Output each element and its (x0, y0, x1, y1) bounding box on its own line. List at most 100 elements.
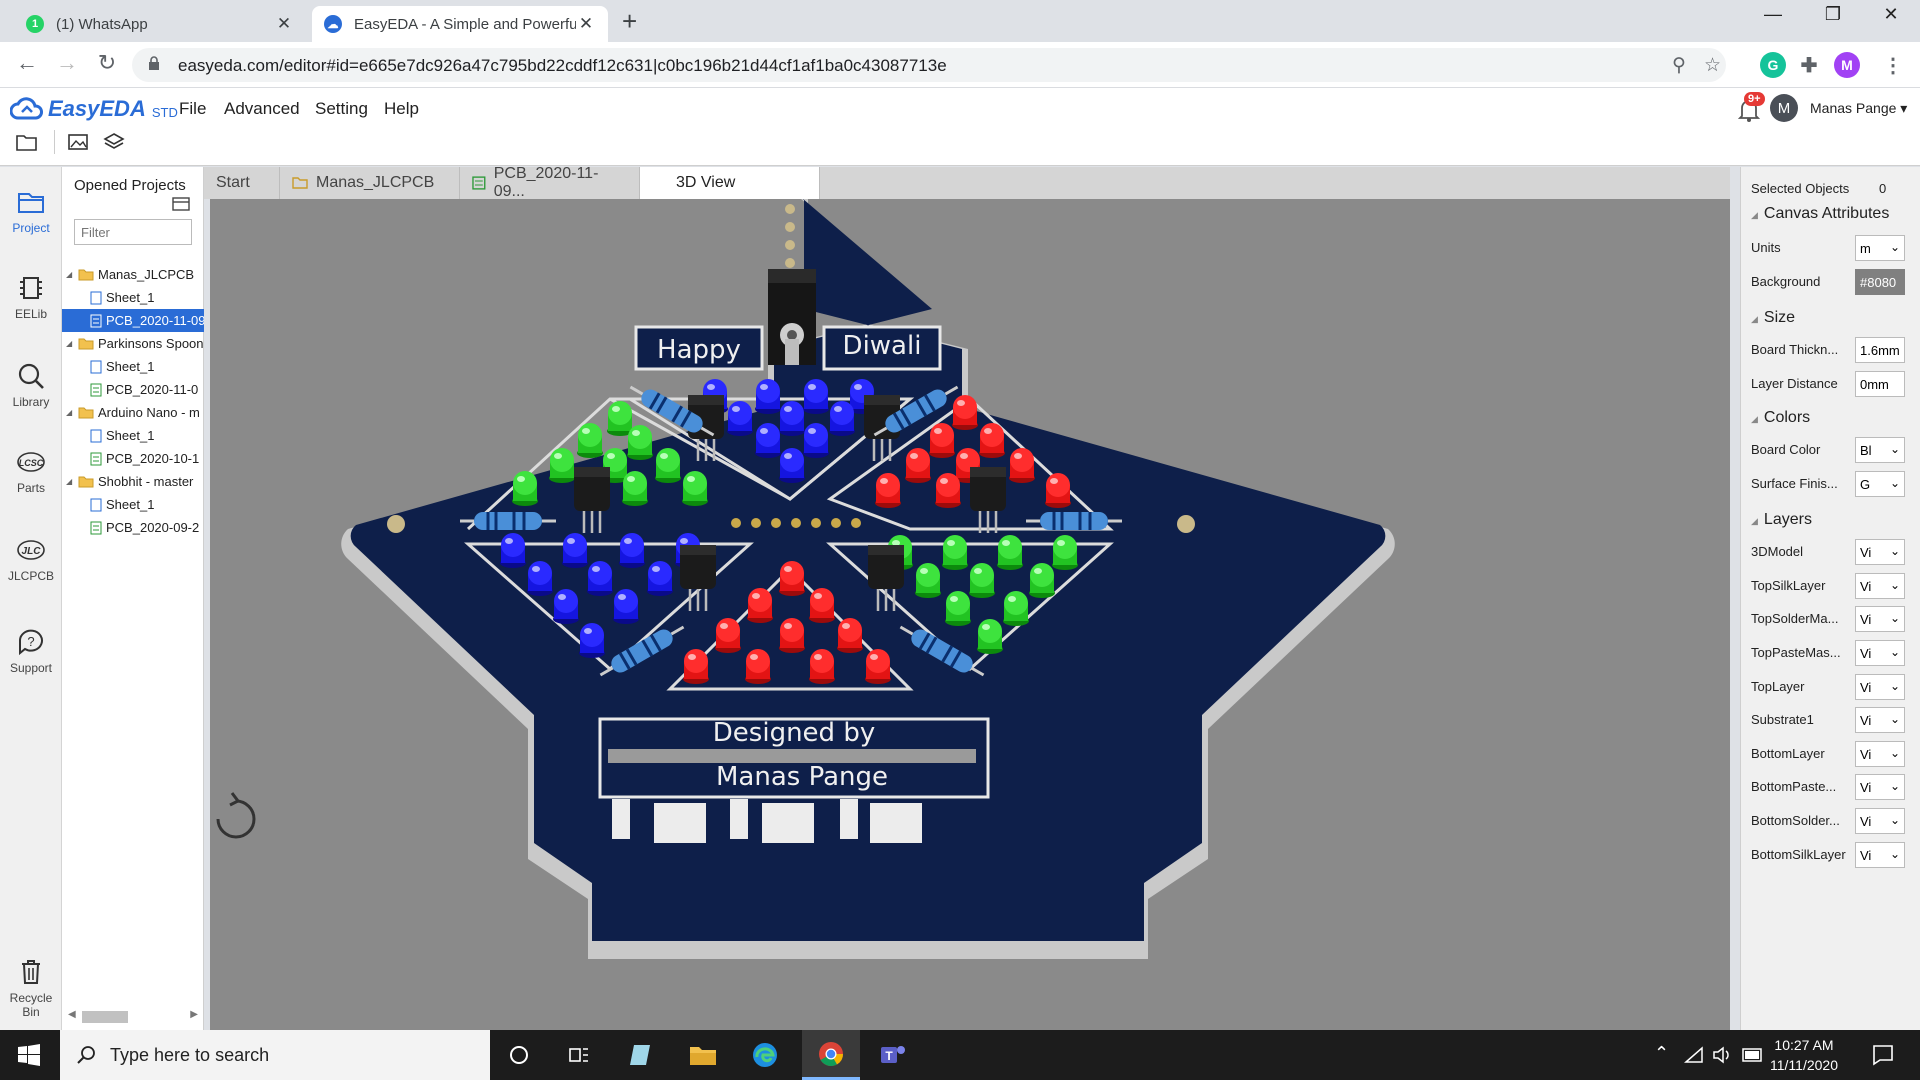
chevron-down-icon: ⌄ (1889, 611, 1900, 625)
tab-3d-view[interactable]: 3D View (640, 167, 820, 199)
minimize-icon[interactable]: — (1750, 4, 1796, 25)
user-avatar[interactable]: M (1770, 94, 1798, 122)
url-field[interactable]: easyeda.com/editor#id=e665e7dc926a47c795… (132, 48, 1726, 82)
tray-chevron-icon[interactable]: ⌃ (1654, 1043, 1669, 1064)
layer-bottompaste-select[interactable]: Vi ⌄ (1855, 774, 1905, 800)
layers-icon[interactable] (103, 132, 125, 152)
star-icon[interactable]: ☆ (1704, 54, 1721, 77)
select-value: Vi (1860, 780, 1872, 795)
project-filter-input[interactable] (74, 219, 192, 245)
menu-setting[interactable]: Setting (315, 99, 368, 119)
nav-jlcpcb[interactable]: JLC JLCPCB (0, 535, 62, 583)
open-folder-icon[interactable] (16, 132, 38, 152)
notification-bell[interactable]: 9+ (1737, 92, 1765, 127)
colors-header[interactable]: ◢ Colors (1751, 409, 1810, 427)
tab-start[interactable]: Start (204, 167, 280, 199)
taskbar-search[interactable]: Type here to search (60, 1030, 490, 1080)
nav-eelib[interactable]: EELib (0, 273, 62, 321)
menu-file[interactable]: File (179, 99, 206, 119)
cortana-icon[interactable] (490, 1030, 548, 1080)
layer-substrate-select[interactable]: Vi ⌄ (1855, 707, 1905, 733)
file-explorer-icon[interactable] (674, 1030, 732, 1080)
grammarly-icon[interactable]: G (1760, 52, 1786, 78)
system-clock[interactable]: 10:27 AM 11/11/2020 (1770, 1035, 1838, 1075)
tree-file[interactable]: Sheet_1 (62, 286, 204, 309)
tree-file[interactable]: PCB_2020-09-2 (62, 516, 204, 539)
menu-advanced[interactable]: Advanced (224, 99, 300, 119)
extensions-icon[interactable]: ✚ (1796, 52, 1822, 78)
nav-parts[interactable]: LCSC Parts (0, 447, 62, 495)
layer-toppaste-select[interactable]: Vi ⌄ (1855, 640, 1905, 666)
units-select[interactable]: m ⌄ (1855, 235, 1905, 261)
close-icon[interactable]: ✕ (576, 14, 596, 34)
background-color-field[interactable]: #8080 (1855, 269, 1905, 295)
tree-file[interactable]: PCB_2020-11-0 (62, 378, 204, 401)
reload-icon[interactable]: ↻ (92, 50, 122, 76)
profile-avatar[interactable]: M (1834, 52, 1860, 78)
new-tab-button[interactable]: + (622, 6, 637, 37)
maximize-icon[interactable]: ❐ (1810, 4, 1856, 25)
browser-tab-easyeda[interactable]: ☁ EasyEDA - A Simple and Powerful ✕ (312, 6, 608, 42)
task-view-icon[interactable] (550, 1030, 608, 1080)
horizontal-scrollbar[interactable]: ◀ ▶ (68, 1009, 198, 1023)
layers-header[interactable]: ◢ Layers (1751, 511, 1812, 529)
select-value: m (1860, 241, 1871, 256)
nav-library[interactable]: Library (0, 361, 62, 409)
tab-project[interactable]: Manas_JLCPCB (280, 167, 460, 199)
layer-topsilk-select[interactable]: Vi ⌄ (1855, 573, 1905, 599)
tab-pcb[interactable]: PCB_2020-11-09... (460, 165, 640, 200)
size-header[interactable]: ◢ Size (1751, 309, 1795, 327)
board-color-select[interactable]: Bl ⌄ (1855, 437, 1905, 463)
nav-support[interactable]: ? Support (0, 627, 62, 675)
layer-distance-input[interactable]: 0mm (1855, 371, 1905, 397)
nav-recycle-bin[interactable]: Recycle Bin (0, 957, 62, 1019)
scroll-left-icon[interactable]: ◀ (68, 1009, 76, 1020)
action-center-icon[interactable] (1872, 1044, 1894, 1066)
tree-file[interactable]: Sheet_1 (62, 424, 204, 447)
forward-icon[interactable]: → (52, 50, 82, 76)
tree-project[interactable]: ◢ Arduino Nano - m (62, 401, 204, 424)
menu-help[interactable]: Help (384, 99, 419, 119)
wifi-icon[interactable] (1684, 1046, 1704, 1064)
layer-topsolder-select[interactable]: Vi ⌄ (1855, 606, 1905, 632)
chrome-icon[interactable] (802, 1030, 860, 1080)
layer-bottomsolder-select[interactable]: Vi ⌄ (1855, 808, 1905, 834)
user-menu[interactable]: Manas Pange ▾ (1810, 100, 1907, 117)
nav-project[interactable]: Project (0, 187, 62, 235)
notes-app-icon[interactable] (612, 1030, 670, 1080)
tree-file[interactable]: PCB_2020-10-1 (62, 447, 204, 470)
scroll-right-icon[interactable]: ▶ (190, 1009, 198, 1020)
edge-icon[interactable] (736, 1030, 794, 1080)
browser-tab-whatsapp[interactable]: 1 (1) WhatsApp ✕ (14, 6, 306, 42)
volume-icon[interactable] (1712, 1046, 1732, 1064)
select-value: Vi (1860, 814, 1872, 829)
chevron-down-icon: ⌄ (1889, 712, 1900, 726)
3d-view-canvas[interactable]: Happy Diwali Designed by Manas Pange (210, 199, 1730, 1030)
more-icon[interactable]: ⋮ (1880, 52, 1906, 78)
teams-icon[interactable]: T (864, 1030, 922, 1080)
window-close-icon[interactable]: ✕ (1868, 4, 1914, 25)
tree-project[interactable]: ◢ Manas_JLCPCB (62, 263, 204, 286)
zoom-icon[interactable]: ⚲ (1672, 54, 1686, 77)
board-thickness-input[interactable]: 1.6mm (1855, 337, 1905, 363)
rotate-icon[interactable] (216, 792, 256, 839)
scroll-thumb[interactable] (82, 1011, 128, 1023)
windows-start-icon[interactable] (18, 1044, 40, 1066)
image-icon[interactable] (67, 132, 89, 152)
tree-file[interactable]: Sheet_1 (62, 493, 204, 516)
layer-bottom-select[interactable]: Vi ⌄ (1855, 741, 1905, 767)
tree-project[interactable]: ◢ Parkinsons Spoon (62, 332, 204, 355)
layer-3dmodel-select[interactable]: Vi ⌄ (1855, 539, 1905, 565)
close-icon[interactable]: ✕ (274, 14, 294, 34)
layer-top-select[interactable]: Vi ⌄ (1855, 674, 1905, 700)
tree-project[interactable]: ◢ Shobhit - master (62, 470, 204, 493)
panel-icon[interactable] (172, 197, 190, 211)
canvas-attributes-header[interactable]: ◢ Canvas Attributes (1751, 205, 1889, 223)
tree-file[interactable]: PCB_2020-11-09 (62, 309, 204, 332)
easyeda-logo[interactable]: EasyEDA STD (10, 96, 178, 122)
tree-file[interactable]: Sheet_1 (62, 355, 204, 378)
surface-finish-select[interactable]: G ⌄ (1855, 471, 1905, 497)
battery-icon[interactable] (1742, 1048, 1764, 1062)
layer-bottomsilk-select[interactable]: Vi ⌄ (1855, 842, 1905, 868)
back-icon[interactable]: ← (12, 50, 42, 76)
